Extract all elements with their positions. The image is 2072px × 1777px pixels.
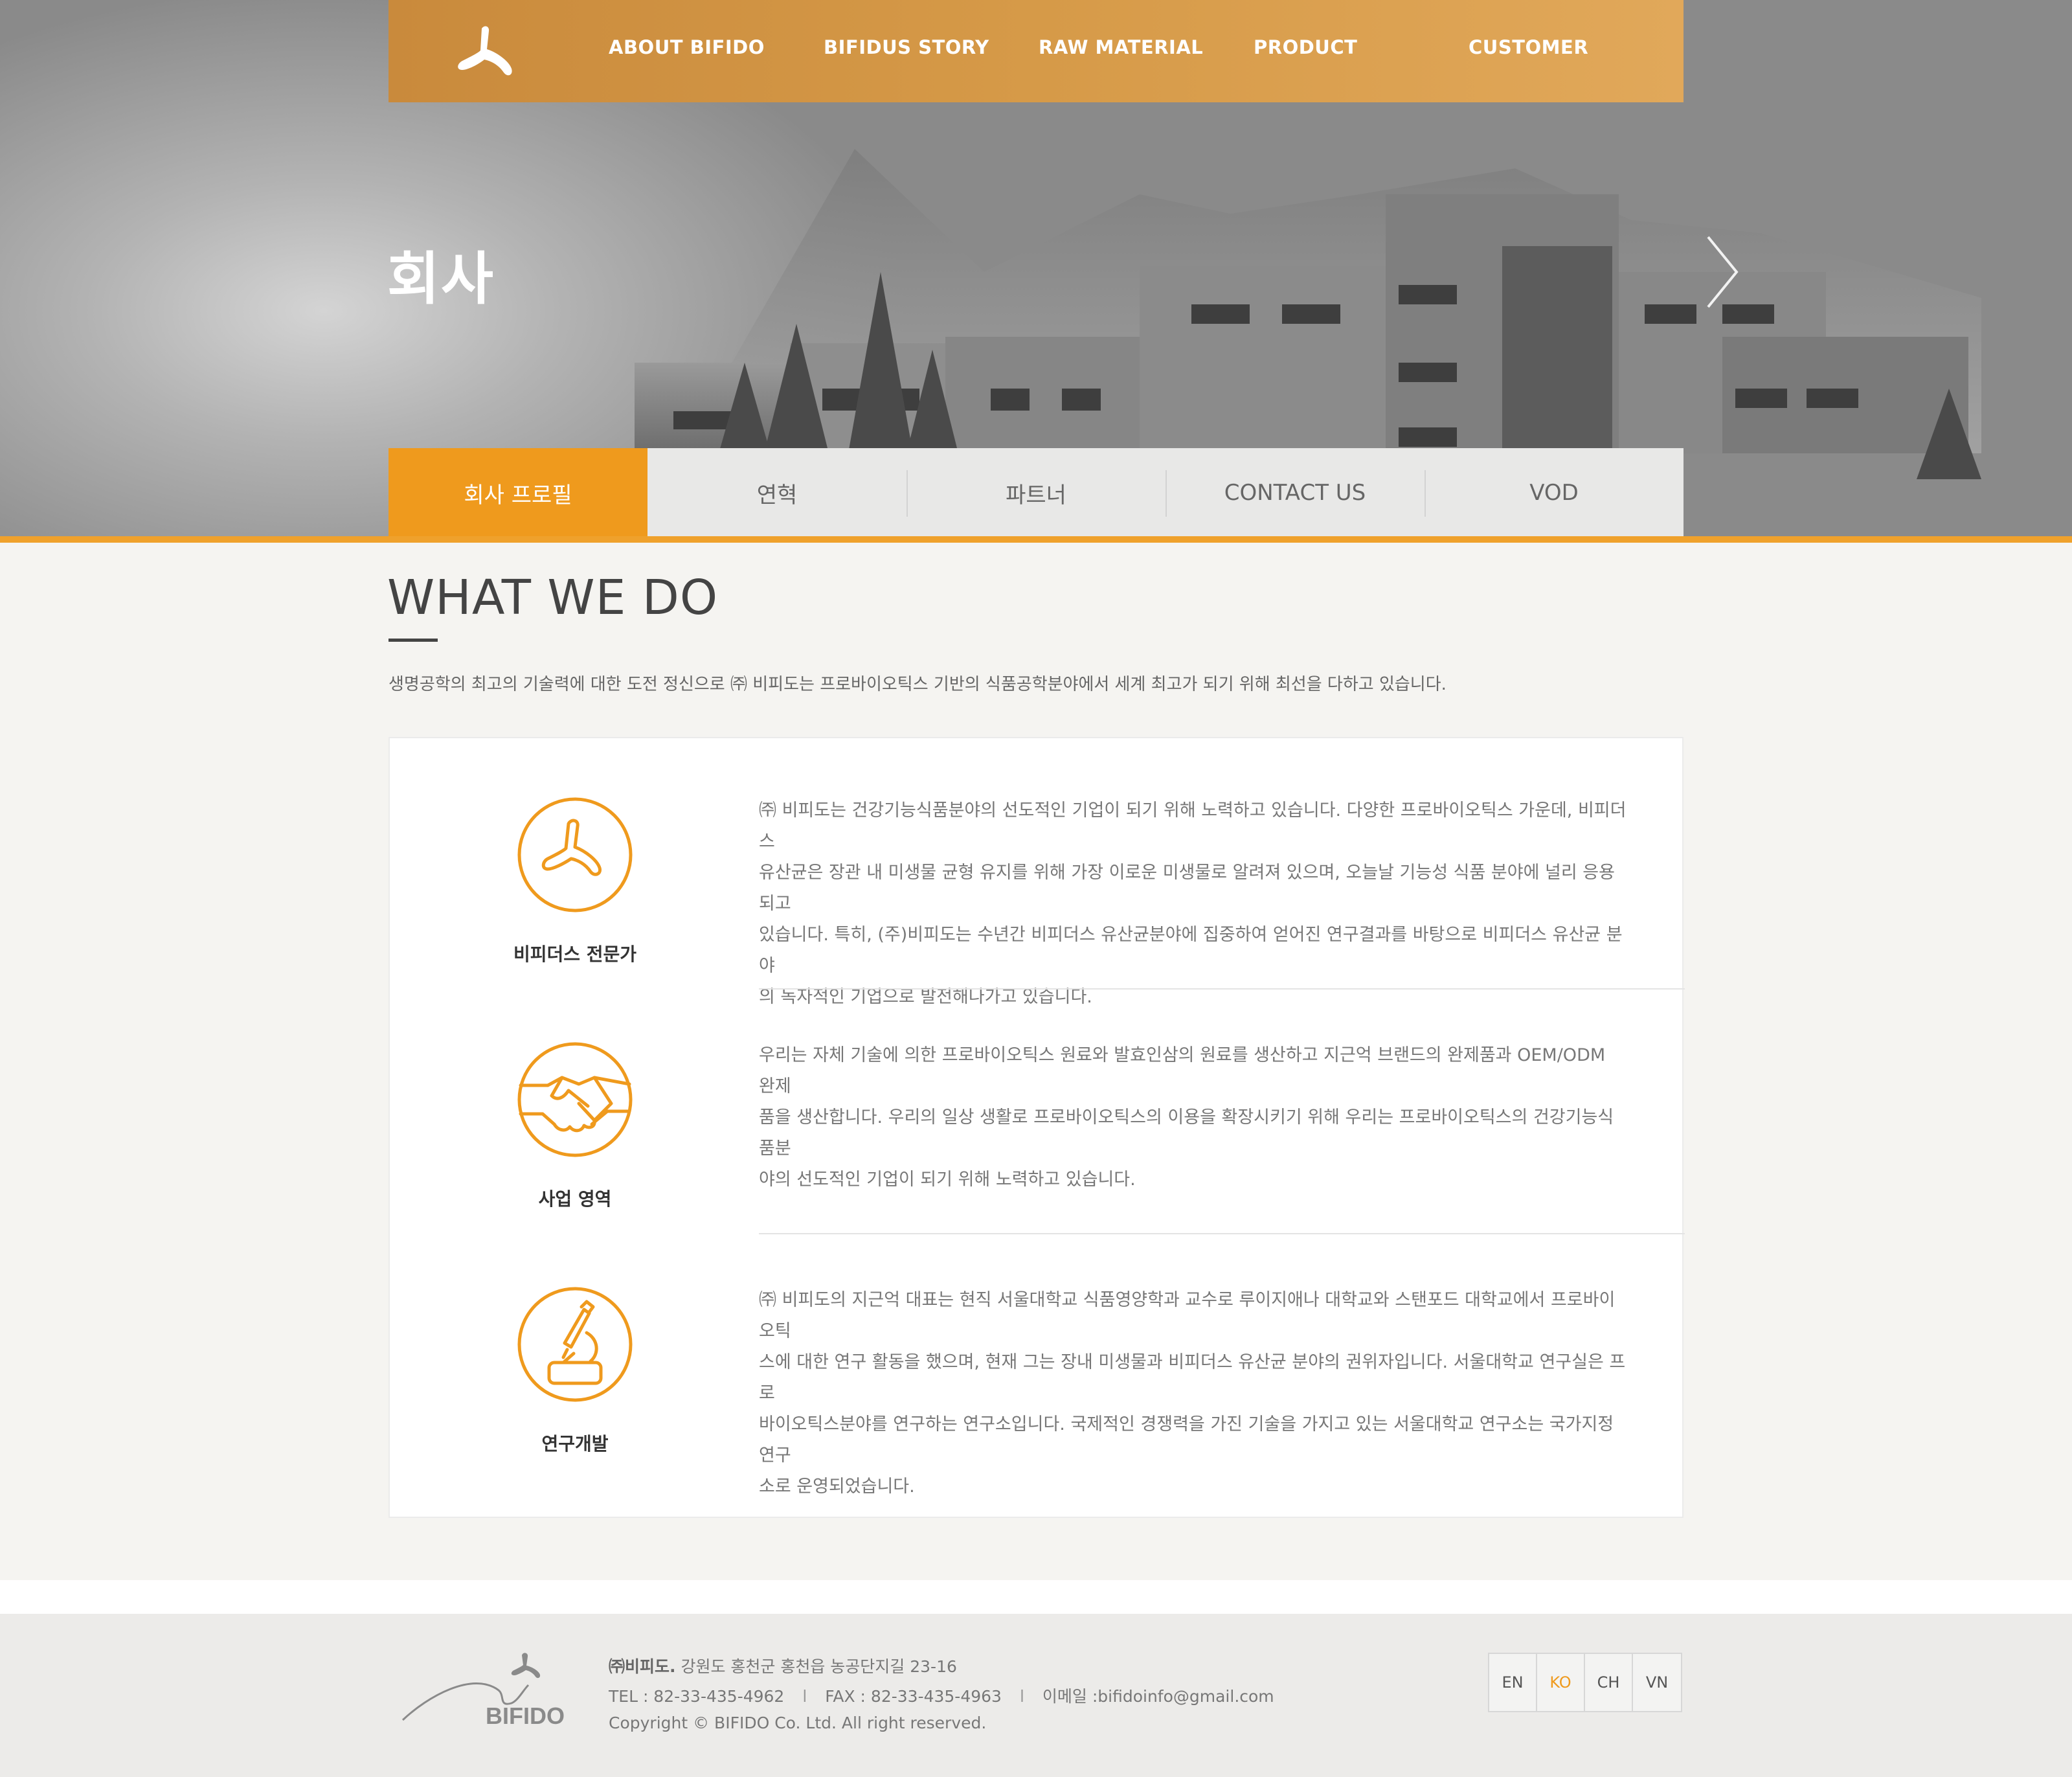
footer-separator: l <box>802 1687 807 1706</box>
lang-en[interactable]: EN <box>1489 1654 1537 1711</box>
item-label-bifidus-expert: 비피더스 전문가 <box>513 944 637 965</box>
footer-email[interactable]: 이메일 :bifidoinfo@gmail.com <box>1042 1687 1274 1706</box>
chevron-right-icon[interactable] <box>1703 233 1742 311</box>
hero-banner: ABOUT BIFIDO BIFIDUS STORY RAW MATERIAL … <box>0 0 2072 539</box>
text-line: 유산균은 장관 내 미생물 균형 유지를 위해 가장 이로운 미생물로 알려져 … <box>759 863 1615 914</box>
text-line: 있습니다. 특히, (주)비피도는 수년간 비피더스 유산균분야에 집중하여 얻… <box>759 925 1623 976</box>
item-text-business-area: 우리는 자체 기술에 의한 프로바이오틱스 원료와 발효인삼의 원료를 생산하고… <box>759 1040 1627 1195</box>
text-line: 소로 운영되었습니다. <box>759 1477 915 1497</box>
lang-vn[interactable]: VN <box>1633 1654 1681 1711</box>
text-line: 의 독자적인 기업으로 발전해나가고 있습니다. <box>759 987 1092 1007</box>
item-divider <box>759 988 1685 990</box>
footer-address: 강원도 홍천군 홍천읍 농공단지길 23-16 <box>681 1657 957 1676</box>
text-line: 야의 선도적인 기업이 되기 위해 노력하고 있습니다. <box>759 1170 1136 1190</box>
text-line: 스에 대한 연구 활동을 했으며, 현재 그는 장내 미생물과 비피더스 유산균… <box>759 1352 1626 1403</box>
item-text-research: ㈜ 비피도의 지근억 대표는 현직 서울대학교 식품영양학과 교수로 루이지애나… <box>759 1285 1627 1502</box>
handshake-icon <box>517 1042 633 1157</box>
item-divider <box>759 1233 1685 1234</box>
section-intro: 생명공학의 최고의 기술력에 대한 도전 정신으로 ㈜ 비피도는 프로바이오틱스… <box>388 675 1447 694</box>
bifidus-icon <box>517 797 633 912</box>
sub-navigation: 회사 프로필 연혁 파트너 CONTACT US VOD <box>388 448 1684 538</box>
text-line: 품을 생산합니다. 우리의 일상 생활로 프로바이오틱스의 이용을 확장시키기 … <box>759 1107 1614 1159</box>
item-text-bifidus-expert: ㈜ 비피도는 건강기능식품분야의 선도적인 기업이 되기 위해 노력하고 있습니… <box>759 795 1627 1013</box>
footer-company: ㈜비피도. <box>609 1657 676 1676</box>
text-line: 우리는 자체 기술에 의한 프로바이오틱스 원료와 발효인삼의 원료를 생산하고… <box>759 1045 1606 1096</box>
nav-product[interactable]: PRODUCT <box>1254 36 1357 62</box>
title-underline <box>388 639 438 642</box>
footer-contact-line: TEL : 82-33-435-4962 l FAX : 82-33-435-496… <box>609 1684 1274 1707</box>
nav-customer[interactable]: CUSTOMER <box>1469 36 1588 62</box>
nav-bifidus-story[interactable]: BIFIDUS STORY <box>824 36 989 62</box>
item-label-business-area: 사업 영역 <box>538 1188 612 1210</box>
tab-vod[interactable]: VOD <box>1424 448 1684 538</box>
top-navigation: ABOUT BIFIDO BIFIDUS STORY RAW MATERIAL … <box>388 0 1684 102</box>
tab-history[interactable]: 연혁 <box>648 448 906 538</box>
section-title: WHAT WE DO <box>387 570 719 626</box>
microscope-icon <box>517 1287 633 1402</box>
hero-accent-line <box>0 536 2072 543</box>
nav-about-bifido[interactable]: ABOUT BIFIDO <box>609 36 765 62</box>
lang-ko[interactable]: KO <box>1537 1654 1585 1711</box>
footer-spacer <box>0 1580 2072 1614</box>
footer-address-line: ㈜비피도. 강원도 홍천군 홍천읍 농공단지길 23-16 <box>609 1654 957 1677</box>
footer-logo-text: BIFIDO <box>486 1703 565 1729</box>
tab-company-profile[interactable]: 회사 프로필 <box>388 448 648 538</box>
what-we-do-card: 비피더스 전문가 ㈜ 비피도는 건강기능식품분야의 선도적인 기업이 되기 위해… <box>388 737 1685 1518</box>
language-selector: EN KO CH VN <box>1488 1653 1682 1712</box>
text-line: ㈜ 비피도는 건강기능식품분야의 선도적인 기업이 되기 위해 노력하고 있습니… <box>759 800 1627 852</box>
text-line: 바이오틱스분야를 연구하는 연구소입니다. 국제적인 경쟁력을 가진 기술을 가… <box>759 1414 1614 1466</box>
page-title: 회사 <box>387 245 495 312</box>
footer-separator: l <box>1019 1687 1024 1706</box>
bifido-logo-icon[interactable] <box>453 23 518 82</box>
lang-ch[interactable]: CH <box>1585 1654 1633 1711</box>
footer-copyright: Copyright © BIFIDO Co. Ltd. All right re… <box>609 1714 987 1732</box>
item-label-research: 연구개발 <box>541 1433 609 1454</box>
text-line: ㈜ 비피도의 지근억 대표는 현직 서울대학교 식품영양학과 교수로 루이지애나… <box>759 1290 1616 1341</box>
tab-partner[interactable]: 파트너 <box>906 448 1166 538</box>
tab-contact-us[interactable]: CONTACT US <box>1166 448 1424 538</box>
bifido-footer-logo: BIFIDO <box>401 1653 565 1729</box>
footer-fax: FAX : 82-33-435-4963 <box>825 1687 1002 1706</box>
nav-raw-material[interactable]: RAW MATERIAL <box>1039 36 1203 62</box>
footer-tel: TEL : 82-33-435-4962 <box>609 1687 785 1706</box>
